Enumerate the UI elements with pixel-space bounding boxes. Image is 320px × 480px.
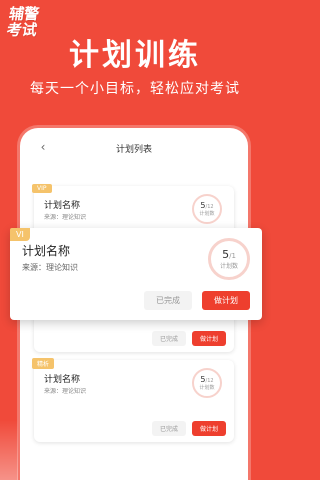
plan-count: 5/12	[200, 201, 214, 210]
plan-count-ring: 5/12 计划数	[192, 368, 222, 398]
hero-subtitle: 每天一个小目标，轻松应对考试	[30, 81, 240, 97]
plan-actions: 已完成 做计划	[144, 291, 250, 310]
plan-count-label: 计划数	[219, 263, 238, 270]
completed-button[interactable]: 已完成	[144, 291, 192, 310]
plan-actions: 已完成 做计划	[151, 331, 226, 346]
decorative-sketch	[0, 420, 18, 480]
completed-button[interactable]: 已完成	[151, 331, 186, 346]
make-plan-button[interactable]: 做计划	[202, 291, 250, 310]
make-plan-button[interactable]: 做计划	[191, 421, 226, 436]
vip-tag: VI	[10, 228, 30, 241]
hero-title: 计划训练	[69, 38, 201, 73]
plan-actions: 已完成 做计划	[151, 421, 226, 436]
plan-card[interactable]: 精析 计划名称 来源：理论知识 5/12 计划数 已完成 做计划	[32, 358, 234, 442]
analysis-tag: 精析	[32, 358, 55, 369]
plan-source: 来源：理论知识	[22, 263, 78, 272]
vip-tag: VIP	[32, 184, 52, 193]
plan-source: 来源：理论知识	[44, 214, 87, 221]
plan-title: 计划名称	[44, 201, 81, 211]
brand-line-1: 辅警	[7, 5, 41, 23]
plan-count-ring: 5/12 计划数	[192, 194, 222, 224]
featured-plan-card[interactable]: VI 计划名称 来源：理论知识 5/1 计划数 已完成 做计划	[10, 228, 262, 320]
make-plan-button[interactable]: 做计划	[191, 331, 226, 346]
plan-title: 计划名称	[44, 375, 81, 385]
plan-count-label: 计划数	[199, 385, 215, 391]
plan-count-ring: 5/1 计划数	[208, 238, 250, 280]
completed-button[interactable]: 已完成	[151, 421, 186, 436]
plan-count-label: 计划数	[199, 211, 215, 217]
plan-source: 来源：理论知识	[44, 388, 87, 395]
screen-title: 计划列表	[115, 144, 152, 155]
plan-count: 5/1	[222, 248, 236, 261]
back-chevron-icon[interactable]: ‹	[36, 140, 50, 154]
plan-title: 计划名称	[22, 244, 71, 258]
screen-header: ‹ 计划列表	[20, 128, 248, 168]
plan-count: 5/12	[200, 375, 214, 384]
